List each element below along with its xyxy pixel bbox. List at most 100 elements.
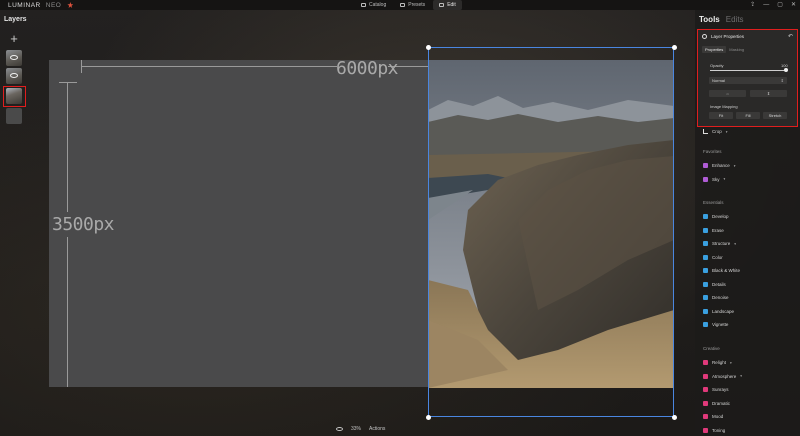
eye-icon[interactable] <box>10 55 18 60</box>
transform-handle-bottom-left[interactable] <box>426 415 431 420</box>
bottom-bar: 33% Actions <box>336 424 385 434</box>
color-icon <box>703 254 708 260</box>
zoom-selector[interactable]: 33% <box>351 426 361 432</box>
tab-edit[interactable]: Edit <box>433 0 462 10</box>
share-icon[interactable]: ⇪ <box>750 0 755 10</box>
tool-sunrays[interactable]: Sunrays <box>703 387 729 392</box>
tab-edit-label: Edit <box>447 2 456 8</box>
layer-thumbnail-1[interactable] <box>6 50 22 66</box>
tool-label: Color <box>712 254 723 260</box>
flip-horizontal-button[interactable]: ⇔ <box>709 90 746 97</box>
sunrays-icon <box>703 387 708 392</box>
tool-relight[interactable]: Relight ▾ <box>703 360 732 365</box>
tool-label: Landscape <box>712 308 735 314</box>
favorites-title: Favorites <box>703 149 722 154</box>
tool-toning[interactable]: Toning <box>703 427 726 433</box>
tool-landscape[interactable]: Landscape <box>703 308 735 314</box>
tool-color[interactable]: Color <box>703 254 723 260</box>
tab-tools[interactable]: Tools <box>699 15 720 24</box>
tool-black-white[interactable]: Black & White <box>703 268 740 273</box>
tool-dramatic[interactable]: Dramatic <box>703 400 731 406</box>
height-dimension-line <box>67 82 68 212</box>
tool-label: Structure <box>712 241 731 246</box>
tool-develop[interactable]: Develop <box>703 214 729 219</box>
blend-mode-value: Normal <box>712 78 725 83</box>
tool-structure[interactable]: Structure ▾ <box>703 241 736 246</box>
tab-presets-label: Presets <box>408 2 426 8</box>
enhance-icon <box>703 163 708 168</box>
tool-erase[interactable]: Erase <box>703 227 724 233</box>
blend-mode-select[interactable]: Normal ⇕ <box>709 77 787 84</box>
logo-text: LUMINAR <box>8 1 41 9</box>
layer-properties-icon <box>702 34 707 39</box>
opacity-slider-knob[interactable] <box>784 68 788 72</box>
close-button[interactable]: ✕ <box>791 0 796 10</box>
layer-thumbnail-2[interactable] <box>6 68 22 84</box>
tool-label: Details <box>712 281 726 287</box>
transform-handle-bottom-right[interactable] <box>672 415 677 420</box>
opacity-label: Opacity <box>710 63 724 68</box>
vignette-icon <box>703 322 708 327</box>
tool-atmosphere[interactable]: Atmosphere ▾ <box>703 373 742 379</box>
transform-handle-top-left[interactable] <box>426 45 431 50</box>
transform-handle-top-right[interactable] <box>672 45 677 50</box>
catalog-icon <box>361 3 366 7</box>
chevron-down-icon: ▾ <box>725 129 728 134</box>
canvas-width-label: 6000px <box>336 58 399 79</box>
tool-label: Toning <box>712 427 726 433</box>
essentials-title: Essentials <box>703 200 724 205</box>
eye-icon[interactable] <box>10 73 18 78</box>
tool-enhance[interactable]: Enhance ▾ <box>703 163 736 168</box>
tool-label: Sky <box>712 176 720 182</box>
mapping-fit-button[interactable]: Fit <box>709 112 733 119</box>
preview-eye-icon[interactable] <box>336 427 343 431</box>
tool-label: Dramatic <box>712 400 731 406</box>
erase-icon <box>703 227 708 233</box>
layer-properties-header[interactable]: Layer Properties <box>702 34 794 39</box>
logo-sub-text: NEO <box>45 1 62 9</box>
flip-vertical-button[interactable]: ⇕ <box>750 90 787 97</box>
tool-label: Denoise <box>712 295 729 300</box>
dramatic-icon <box>703 400 708 406</box>
subtab-masking[interactable]: Masking <box>726 46 747 53</box>
tab-catalog[interactable]: Catalog <box>355 0 392 10</box>
flip-buttons: ⇔ ⇕ <box>709 90 787 97</box>
tab-presets[interactable]: Presets <box>394 0 431 10</box>
subtab-properties[interactable]: Properties <box>702 46 727 53</box>
presets-icon <box>400 3 406 7</box>
atmosphere-icon <box>703 373 708 379</box>
tool-sky[interactable]: Sky ▾ <box>703 176 725 182</box>
edit-icon <box>439 3 445 7</box>
mapping-stretch-button[interactable]: Stretch <box>763 112 787 119</box>
width-dimension-tick <box>81 60 82 73</box>
mapping-fill-button[interactable]: Fill <box>736 112 760 119</box>
tool-label: Relight <box>712 360 727 365</box>
transform-frame[interactable] <box>428 47 674 417</box>
tool-mood[interactable]: Mood <box>703 414 723 419</box>
tool-vignette[interactable]: Vignette <box>703 322 728 327</box>
opacity-slider-fill <box>710 70 786 71</box>
black-white-icon <box>703 268 708 273</box>
denoise-icon <box>703 295 708 300</box>
add-layer-button[interactable]: + <box>6 31 22 47</box>
tool-details[interactable]: Details <box>703 281 726 287</box>
structure-icon <box>703 241 708 246</box>
layer-thumbnail-empty[interactable] <box>6 108 22 124</box>
tab-edits[interactable]: Edits <box>726 15 744 24</box>
landscape-icon <box>703 308 708 314</box>
opacity-slider[interactable] <box>710 68 788 72</box>
details-icon <box>703 281 708 287</box>
reset-icon[interactable]: ↶ <box>788 33 793 40</box>
develop-icon <box>703 214 708 219</box>
maximize-button[interactable]: ▢ <box>777 0 783 10</box>
actions-menu[interactable]: Actions <box>369 426 385 432</box>
tool-denoise[interactable]: Denoise <box>703 295 729 300</box>
tool-label: Vignette <box>712 322 729 327</box>
width-dimension-line <box>81 66 337 67</box>
minimize-button[interactable]: — <box>763 0 769 10</box>
tool-label: Black & White <box>712 268 741 273</box>
tool-label: Atmosphere <box>712 373 737 379</box>
layers-title: Layers <box>4 16 27 23</box>
creative-title: Creative <box>703 346 720 351</box>
crop-tool[interactable]: Crop ▾ <box>703 129 728 134</box>
